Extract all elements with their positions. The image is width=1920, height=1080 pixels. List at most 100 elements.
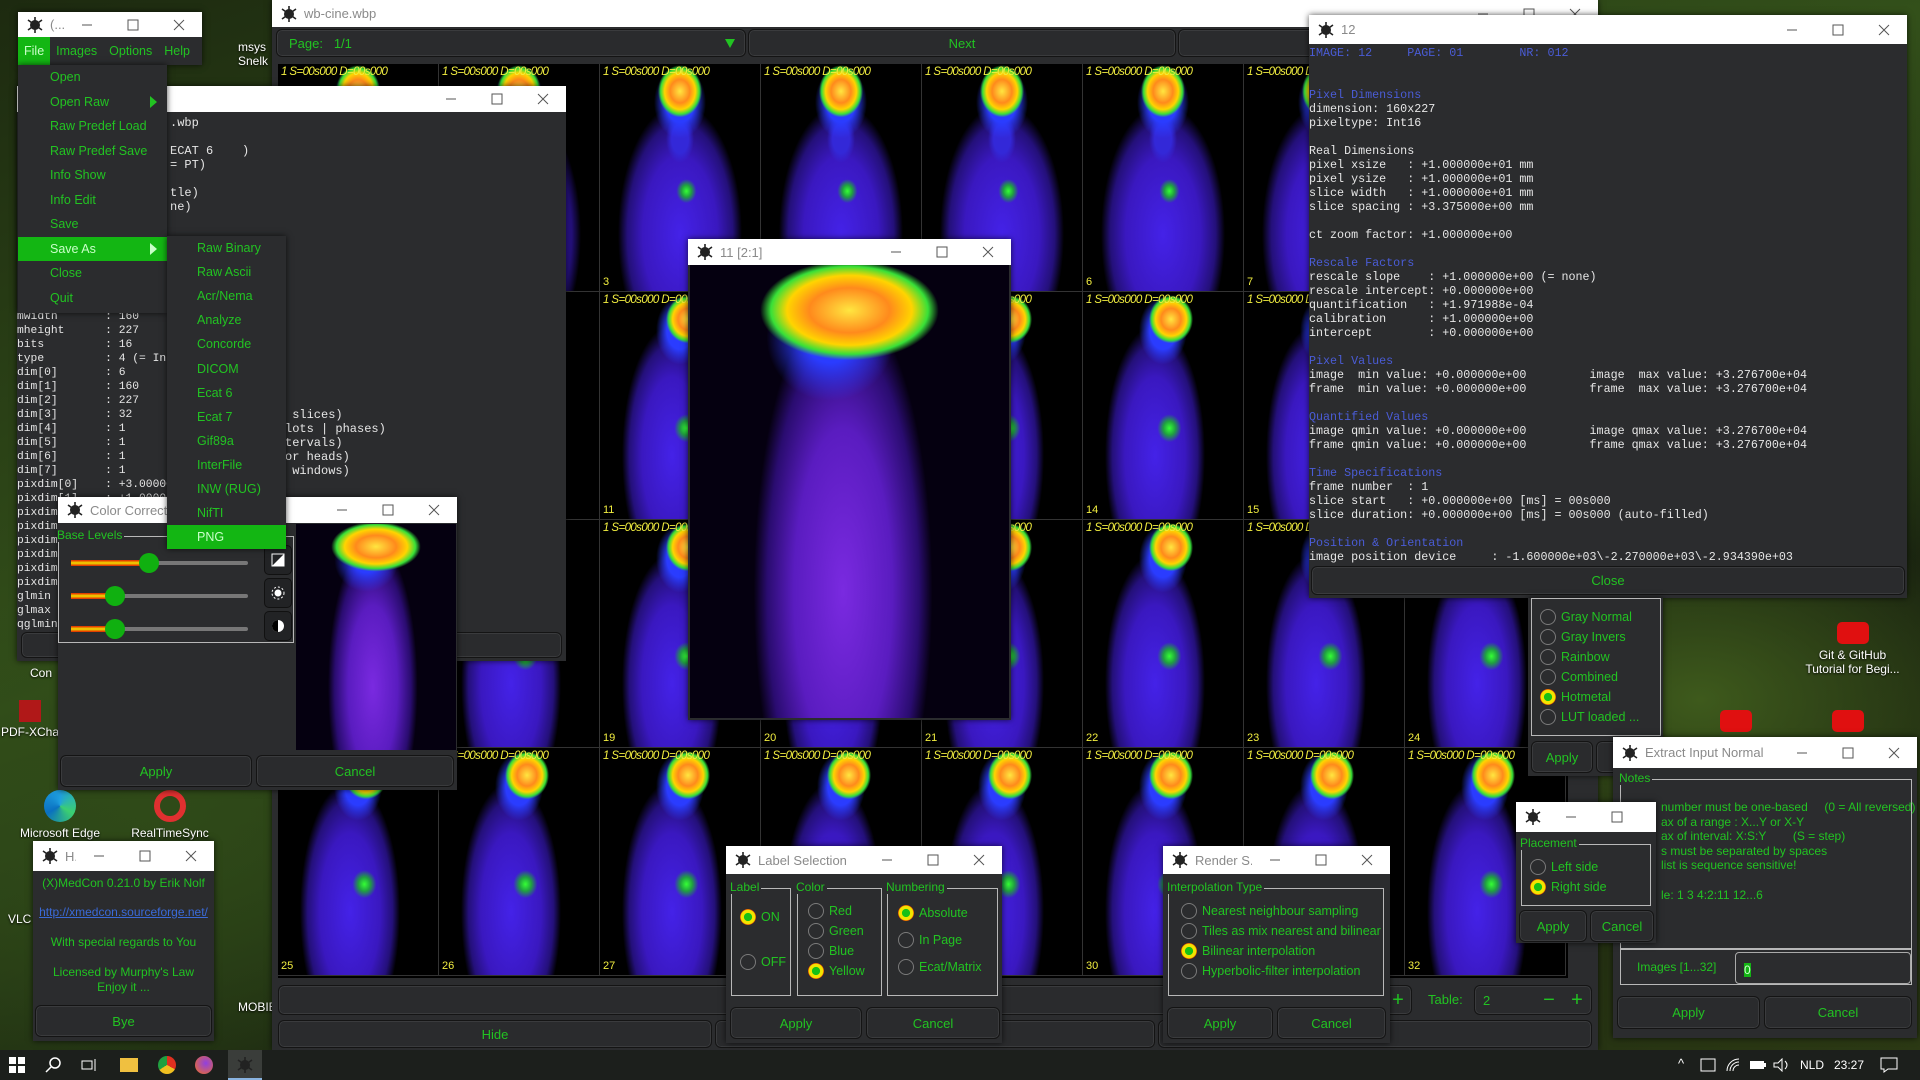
radio-tiles-as-mix-nearest-and-bilinear[interactable]: Tiles as mix nearest and bilinear [1181, 923, 1381, 939]
menu-item-raw-predef-load[interactable]: Raw Predef Load [18, 114, 167, 139]
base-level-slider[interactable] [71, 553, 248, 573]
chrome-icon[interactable] [158, 1056, 176, 1074]
maximize-button[interactable] [919, 239, 965, 265]
close-button[interactable] [156, 12, 202, 37]
minimize-button[interactable] [319, 497, 365, 523]
save-as-ecat-7[interactable]: Ecat 7 [167, 405, 286, 429]
radio-green[interactable]: Green [808, 923, 864, 939]
radio-absolute[interactable]: Absolute [898, 905, 968, 921]
slider-thumb[interactable] [138, 553, 159, 573]
radio-gray-normal[interactable]: Gray Normal [1540, 609, 1632, 625]
maximize-button[interactable] [1594, 802, 1640, 832]
apply-button[interactable]: Apply [1519, 910, 1587, 942]
decrement-button[interactable]: − [1535, 989, 1563, 1012]
desktop-icon-mobie[interactable]: MOBIE [238, 1000, 277, 1014]
radio-gray-invers[interactable]: Gray Invers [1540, 629, 1626, 645]
save-as-dicom[interactable]: DICOM [167, 357, 286, 381]
youtube-icon[interactable] [1720, 710, 1752, 732]
base-level-slider[interactable] [71, 586, 248, 606]
hide-button[interactable]: Hide [278, 1020, 712, 1048]
radio-combined[interactable]: Combined [1540, 669, 1618, 685]
notifications-icon[interactable] [1880, 1057, 1898, 1073]
desktop-icon-realtimesync[interactable]: RealTimeSync [120, 790, 220, 840]
radio-hyperbolic-filter-interpolation[interactable]: Hyperbolic-filter interpolation [1181, 963, 1360, 979]
table-value[interactable]: 2 [1475, 993, 1535, 1008]
battery-icon[interactable] [1749, 1059, 1767, 1071]
radio-nearest-neighbour-sampling[interactable]: Nearest neighbour sampling [1181, 903, 1358, 919]
save-as-png[interactable]: PNG [167, 525, 286, 550]
save-as-nifti[interactable]: NifTI [167, 501, 286, 525]
search-icon[interactable] [45, 1057, 61, 1073]
page-select[interactable]: Page: 1/1 [276, 29, 746, 57]
slider-thumb[interactable] [105, 619, 126, 639]
radio-red[interactable]: Red [808, 903, 852, 919]
image-canvas[interactable] [690, 265, 1009, 718]
close-button[interactable] [520, 86, 566, 112]
cancel-button[interactable]: Cancel [1277, 1007, 1386, 1039]
apply-button[interactable]: Apply [1617, 996, 1760, 1029]
save-as-ecat-6[interactable]: Ecat 6 [167, 381, 286, 405]
radio-blue[interactable]: Blue [808, 943, 854, 959]
image-tile[interactable]: 1 S=00s000 D=00s000 22 [1083, 520, 1244, 748]
apply-button[interactable]: Apply [1531, 741, 1593, 773]
toolbar-button[interactable] [1178, 29, 1318, 57]
menu-item-save-as[interactable]: Save As [18, 236, 167, 261]
base-level-slider[interactable] [71, 619, 248, 639]
menu-images[interactable]: Images [50, 37, 103, 65]
radio-hotmetal[interactable]: Hotmetal [1540, 689, 1611, 705]
minimize-button[interactable] [1548, 802, 1594, 832]
cancel-button[interactable]: Cancel [256, 755, 454, 787]
minimize-button[interactable] [1779, 737, 1825, 768]
radio-in-page[interactable]: In Page [898, 932, 962, 948]
desktop-icon-pdf-xchange[interactable]: PDF-XCha [0, 700, 60, 739]
minimize-button[interactable] [873, 239, 919, 265]
save-as-concorde[interactable]: Concorde [167, 332, 286, 356]
minimize-button[interactable] [1769, 15, 1815, 44]
cancel-button[interactable]: Cancel [1590, 910, 1654, 942]
radio-on[interactable]: ON [740, 909, 780, 925]
increment-button[interactable]: + [1563, 989, 1591, 1012]
menu-options[interactable]: Options [103, 37, 158, 65]
clock[interactable]: 23:27 [1834, 1050, 1864, 1080]
task-view-icon[interactable] [81, 1057, 97, 1073]
close-button[interactable]: Close [1311, 566, 1905, 595]
maximize-button[interactable] [910, 846, 956, 874]
radio-bilinear-interpolation[interactable]: Bilinear interpolation [1181, 943, 1315, 959]
desktop-icon-vlc[interactable]: VLC [8, 912, 31, 926]
menu-help[interactable]: Help [158, 37, 196, 65]
maximize-button[interactable] [110, 12, 156, 37]
save-as-analyze[interactable]: Analyze [167, 308, 286, 332]
minimize-button[interactable] [1252, 846, 1298, 874]
cancel-button[interactable]: Cancel [1764, 996, 1912, 1029]
apply-button[interactable]: Apply [1167, 1007, 1273, 1039]
youtube-icon[interactable] [1832, 710, 1864, 732]
minimize-button[interactable] [864, 846, 910, 874]
menu-item-quit[interactable]: Quit [18, 286, 167, 311]
save-as-raw-ascii[interactable]: Raw Ascii [167, 260, 286, 284]
save-as-gif89a[interactable]: Gif89a [167, 429, 286, 453]
close-button[interactable] [411, 497, 457, 523]
contrast-button[interactable] [264, 545, 292, 575]
close-button[interactable] [965, 239, 1011, 265]
save-as-interfile[interactable]: InterFile [167, 453, 286, 477]
menu-item-info-edit[interactable]: Info Edit [18, 188, 167, 213]
maximize-button[interactable] [365, 497, 411, 523]
desktop-icon-youtube-tutorial[interactable]: Git & GitHub Tutorial for Begi... [1790, 622, 1915, 676]
apply-button[interactable]: Apply [60, 755, 252, 787]
images-input[interactable]: 0 [1735, 952, 1911, 984]
show-hidden-icons[interactable]: ^ [1678, 1056, 1684, 1071]
language-indicator[interactable]: NLD [1800, 1050, 1824, 1080]
desktop-icon-edge[interactable]: Microsoft Edge [10, 790, 110, 840]
next-button[interactable]: Next [748, 29, 1176, 57]
table-stepper[interactable]: 2− + [1474, 985, 1592, 1015]
image-tile[interactable]: 1 S=00s000 D=00s000 26 [439, 748, 600, 976]
xmedcon-taskbar-button[interactable] [228, 1050, 262, 1080]
minimize-button[interactable] [428, 86, 474, 112]
menu-item-close[interactable]: Close [18, 261, 167, 286]
maximize-button[interactable] [122, 841, 168, 871]
close-button[interactable] [1861, 15, 1907, 44]
save-as-raw-binary[interactable]: Raw Binary [167, 236, 286, 260]
radio-lut-loaded-[interactable]: LUT loaded ... [1540, 709, 1639, 725]
file-explorer-icon[interactable] [120, 1058, 138, 1072]
close-button[interactable] [956, 846, 1002, 874]
